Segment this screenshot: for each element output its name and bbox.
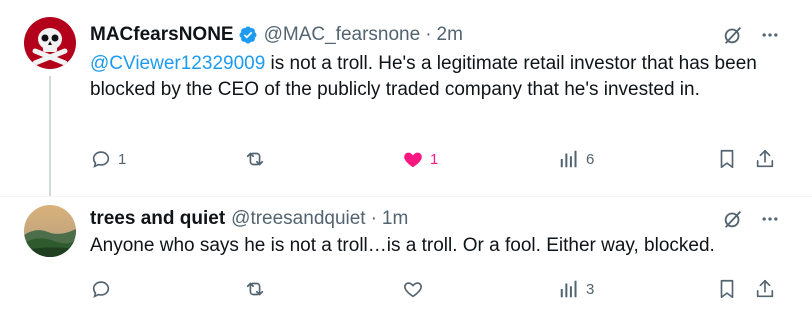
tweet-text: @CViewer12329009 is not a troll. He's a … — [90, 51, 770, 103]
header-separator-2: · — [370, 208, 377, 229]
tweet-2-header: trees and quiet @treesandquiet · 1m — [90, 207, 408, 231]
share-button[interactable] — [754, 148, 776, 170]
mention-link[interactable]: @CViewer12329009 — [90, 53, 265, 74]
grok-icon[interactable] — [722, 24, 744, 46]
thread-connector — [49, 76, 51, 196]
reply-count: 1 — [118, 150, 127, 168]
display-name[interactable]: MACfearsNONE — [90, 24, 234, 46]
avatar-landscape[interactable] — [24, 205, 76, 257]
heart-filled-icon — [404, 152, 422, 168]
timestamp-2[interactable]: 1m — [382, 208, 408, 230]
user-handle-2[interactable]: @treesandquiet — [231, 208, 365, 230]
repost-icon — [246, 152, 264, 166]
more-options-icon[interactable] — [760, 209, 780, 229]
bookmark-icon — [720, 279, 734, 299]
share-button[interactable] — [754, 278, 776, 300]
like-count: 1 — [430, 150, 439, 168]
tweet-header: MACfearsNONE @MAC_fearsnone · 2m — [90, 23, 463, 47]
views-count-2: 3 — [586, 280, 595, 298]
tweet-2-text: Anyone who says he is not a troll…is a t… — [90, 235, 715, 256]
views-chart-icon — [560, 280, 577, 298]
reply-icon — [92, 151, 110, 168]
bookmark-button[interactable] — [716, 148, 738, 170]
share-icon — [756, 149, 774, 168]
heart-outline-icon — [404, 282, 422, 298]
timestamp[interactable]: 2m — [437, 24, 463, 46]
bookmark-button[interactable] — [716, 278, 738, 300]
grok-icon[interactable] — [722, 208, 744, 230]
views-button[interactable]: 6 — [558, 148, 594, 170]
reply-icon — [92, 281, 110, 298]
views-count: 6 — [586, 150, 595, 168]
like-button[interactable]: 1 — [402, 148, 438, 170]
tweet-1[interactable]: MACfearsNONE @MAC_fearsnone · 2m @CViewe… — [0, 0, 812, 196]
verified-badge-icon[interactable] — [238, 25, 258, 45]
bookmark-icon — [720, 149, 734, 169]
tweet-top-actions — [722, 24, 780, 46]
reply-button[interactable]: 1 — [90, 148, 126, 170]
reply-button[interactable] — [90, 278, 118, 300]
header-separator: · — [425, 24, 432, 45]
tweet-2-top-actions — [722, 208, 780, 230]
tweet-2-actions: 3 — [90, 278, 780, 302]
display-name-2[interactable]: trees and quiet — [90, 208, 225, 230]
repost-button[interactable] — [244, 278, 272, 300]
more-options-icon[interactable] — [760, 25, 780, 45]
views-button[interactable]: 3 — [558, 278, 594, 300]
avatar-skull[interactable] — [24, 17, 76, 69]
tweet-actions: 1 1 6 — [90, 148, 780, 172]
share-icon — [756, 279, 774, 298]
user-handle[interactable]: @MAC_fearsnone — [264, 24, 421, 46]
repost-button[interactable] — [244, 148, 272, 170]
like-button[interactable] — [402, 278, 430, 300]
views-chart-icon — [560, 150, 577, 168]
repost-icon — [246, 282, 264, 296]
landscape-photo-icon — [24, 205, 76, 257]
skull-crossbones-icon — [24, 17, 76, 69]
